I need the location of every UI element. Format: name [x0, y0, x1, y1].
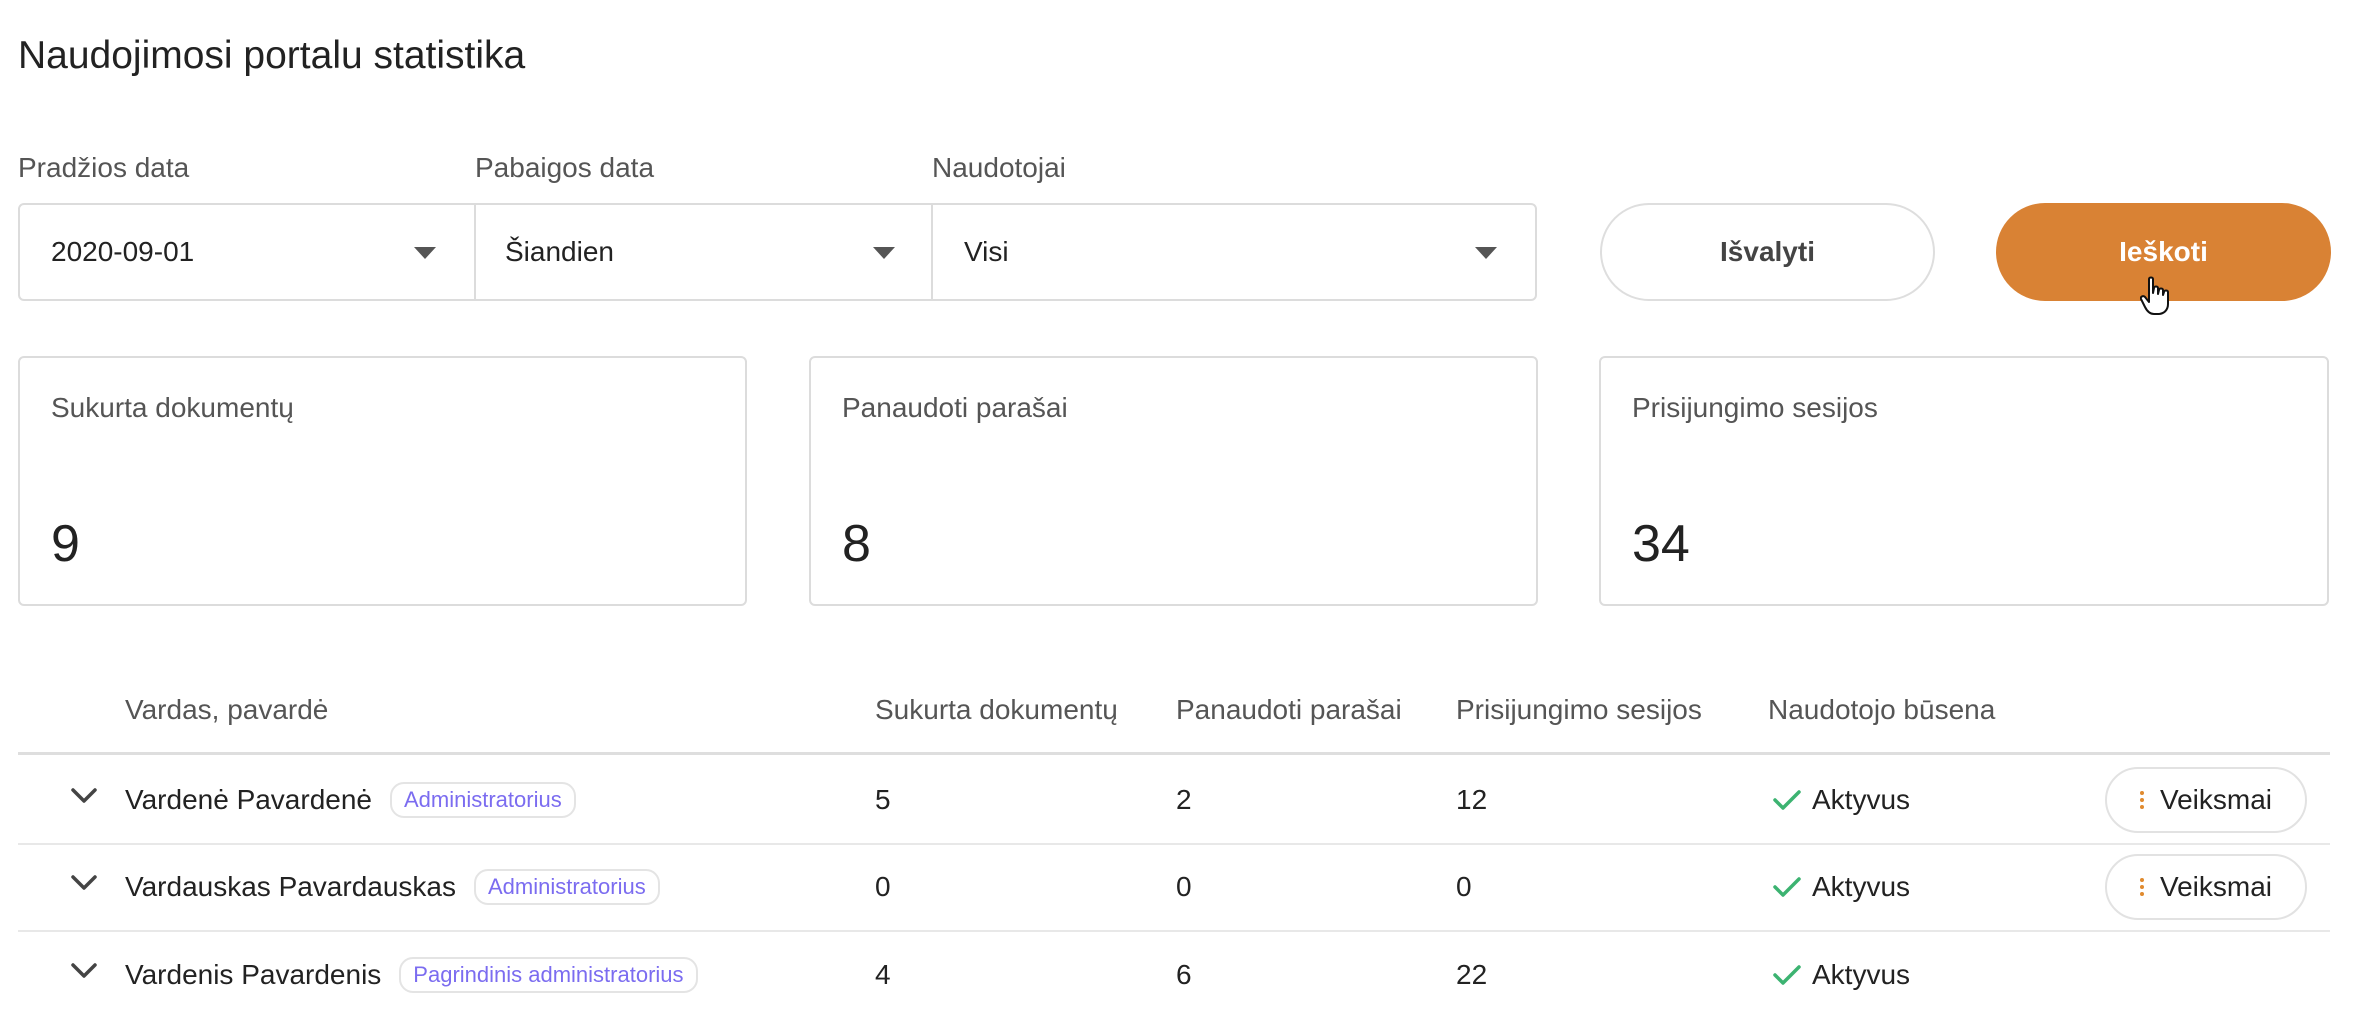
- status-cell: Aktyvus: [1772, 757, 1910, 843]
- end-date-select[interactable]: Šiandien: [474, 203, 933, 301]
- stat-card-documents: Sukurta dokumentų 9: [18, 356, 747, 606]
- documents-cell: 0: [875, 871, 891, 902]
- stat-label: Panaudoti parašai: [842, 392, 1068, 423]
- vertical-dots-icon: [2139, 878, 2144, 896]
- users-select[interactable]: Visi: [931, 203, 1537, 301]
- status-cell: Aktyvus: [1772, 844, 1910, 930]
- table-row: Vardauskas Pavardauskas Administratorius…: [0, 844, 2365, 930]
- role-badge: Pagrindinis administratorius: [399, 957, 698, 993]
- table-header-divider: [18, 752, 2330, 755]
- chevron-down-icon[interactable]: [70, 787, 98, 810]
- actions-button[interactable]: Veiksmai: [2105, 854, 2307, 920]
- column-header-documents[interactable]: Sukurta dokumentų: [875, 694, 1118, 726]
- actions-label: Veiksmai: [2159, 871, 2273, 902]
- sessions-cell: 12: [1456, 784, 1488, 815]
- end-date-value: Šiandien: [505, 236, 614, 267]
- check-icon: [1772, 788, 1802, 812]
- documents-cell: 4: [875, 959, 891, 990]
- users-value: Visi: [964, 236, 1009, 267]
- user-name: Vardenė Pavardenė: [125, 784, 372, 815]
- user-name: Vardauskas Pavardauskas: [125, 871, 456, 902]
- role-badge: Administratorius: [390, 782, 576, 818]
- stat-card-signatures: Panaudoti parašai 8: [809, 356, 1538, 606]
- start-date-select[interactable]: 2020-09-01: [18, 203, 476, 301]
- actions-label: Veiksmai: [2159, 784, 2273, 815]
- status-cell: Aktyvus: [1772, 932, 1910, 1018]
- signatures-cell: 0: [1176, 871, 1192, 902]
- sessions-cell: 0: [1456, 871, 1472, 902]
- table-row: Vardenis Pavardenis Pagrindinis administ…: [0, 932, 2365, 1018]
- stat-value: 34: [1632, 515, 1690, 573]
- start-date-label: Pradžios data: [18, 152, 190, 183]
- end-date-label: Pabaigos data: [475, 152, 655, 183]
- sessions-cell: 22: [1456, 959, 1488, 990]
- users-filter-label: Naudotojai: [932, 152, 1066, 183]
- role-badge: Administratorius: [474, 869, 660, 905]
- start-date-value: 2020-09-01: [51, 236, 195, 267]
- status-text: Aktyvus: [1812, 871, 1911, 902]
- check-icon: [1772, 963, 1802, 987]
- user-name-cell: Vardenė Pavardenė Administratorius: [125, 757, 576, 843]
- caret-down-icon: [414, 247, 436, 259]
- clear-button[interactable]: Išvalyti: [1600, 203, 1935, 301]
- actions-button[interactable]: Veiksmai: [2105, 767, 2307, 833]
- column-header-status[interactable]: Naudotojo būsena: [1768, 694, 1995, 726]
- check-icon: [1772, 875, 1802, 899]
- user-name-cell: Vardenis Pavardenis Pagrindinis administ…: [125, 932, 698, 1018]
- signatures-cell: 6: [1176, 959, 1192, 990]
- documents-cell: 5: [875, 784, 891, 815]
- column-header-name[interactable]: Vardas, pavardė: [125, 694, 328, 726]
- chevron-down-icon[interactable]: [70, 874, 98, 897]
- caret-down-icon: [1475, 247, 1497, 259]
- status-text: Aktyvus: [1812, 959, 1911, 990]
- stat-value: 8: [842, 515, 871, 573]
- status-text: Aktyvus: [1812, 784, 1911, 815]
- column-header-signatures[interactable]: Panaudoti parašai: [1176, 694, 1402, 726]
- chevron-down-icon[interactable]: [70, 962, 98, 985]
- vertical-dots-icon: [2139, 791, 2144, 809]
- page-title: Naudojimosi portalu statistika: [18, 34, 526, 77]
- stat-label: Sukurta dokumentų: [51, 392, 294, 423]
- stat-label: Prisijungimo sesijos: [1632, 392, 1878, 423]
- signatures-cell: 2: [1176, 784, 1192, 815]
- stat-value: 9: [51, 515, 80, 573]
- stat-card-sessions: Prisijungimo sesijos 34: [1599, 356, 2329, 606]
- user-name: Vardenis Pavardenis: [125, 959, 382, 990]
- table-row: Vardenė Pavardenė Administratorius 5 2 1…: [0, 757, 2365, 843]
- column-header-sessions[interactable]: Prisijungimo sesijos: [1456, 694, 1702, 726]
- user-name-cell: Vardauskas Pavardauskas Administratorius: [125, 844, 660, 930]
- caret-down-icon: [873, 247, 895, 259]
- hand-pointer-icon: [2139, 276, 2170, 321]
